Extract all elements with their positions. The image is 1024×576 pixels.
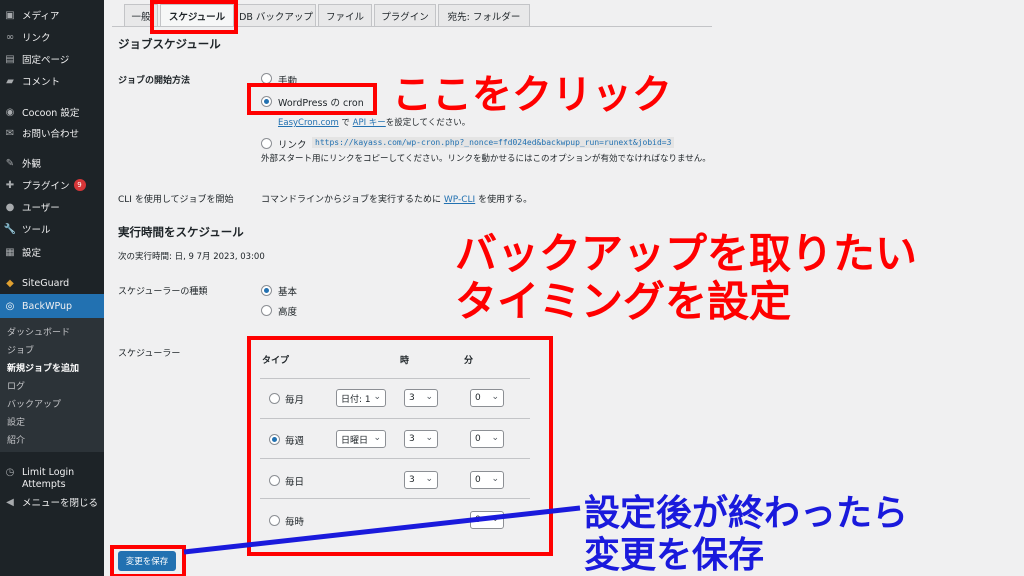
click-here-annotation: ここをクリック <box>392 72 672 118</box>
timing-annotation-line2: タイミングを設定 <box>455 277 792 326</box>
save-annotation-line2: 変更を保存 <box>584 535 765 576</box>
